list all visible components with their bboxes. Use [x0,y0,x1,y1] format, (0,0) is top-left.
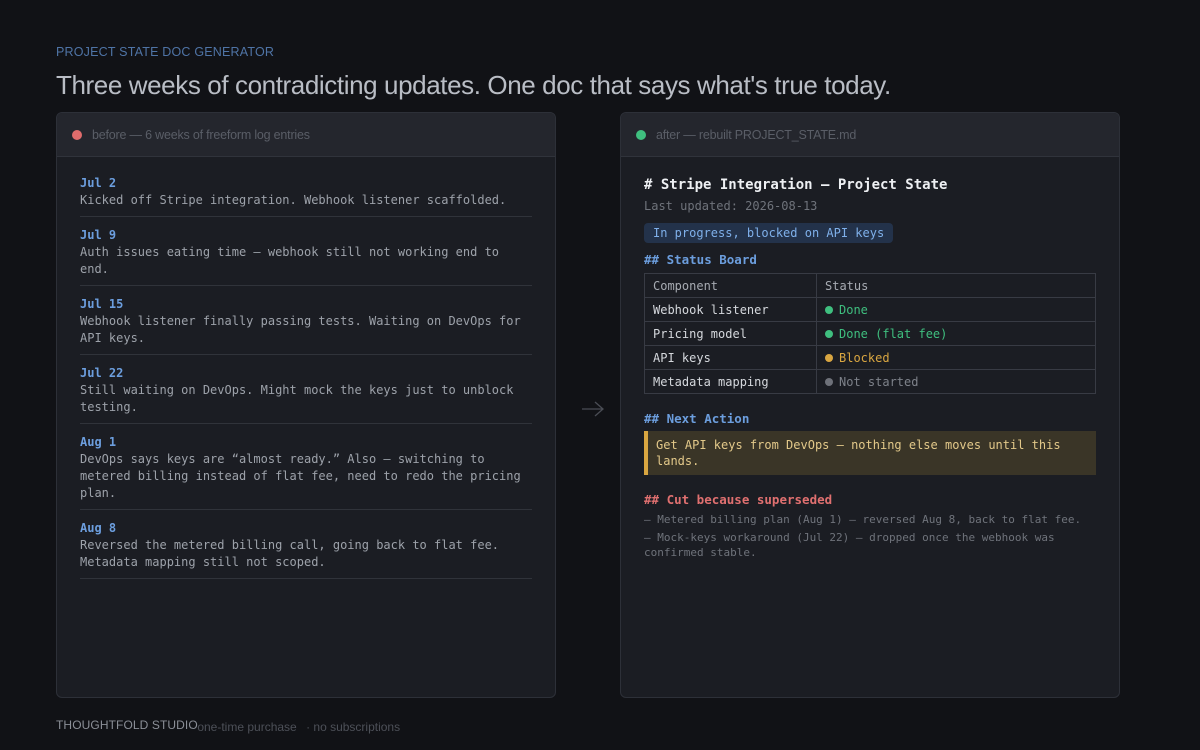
log-entry-text: Kicked off Stripe integration. Webhook l… [80,193,507,207]
log-entry: Aug 1 DevOps says keys are “almost ready… [80,434,532,510]
status-text: Blocked [839,350,890,365]
page-headline: Three weeks of contradicting updates. On… [56,70,891,100]
log-entry-text: Auth issues eating time — webhook still … [80,245,500,276]
doc-title: # Stripe Integration — Project State [644,177,948,193]
log-entry-date: Jul 22 [80,366,124,380]
arrow-right-icon [582,401,604,417]
doc-last-updated: Last updated: 2026-08-13 [644,199,818,213]
status-text: Not started [839,374,919,389]
log-entry-text: Reversed the metered billing call, going… [80,538,500,569]
eyebrow-label: PROJECT STATE DOC GENERATOR [56,45,275,59]
status-cell: Done (flat fee) [816,321,1096,346]
status-dot-icon [825,329,833,338]
status-board-heading: ## Status Board [644,252,757,267]
status-text: Done [839,302,868,317]
log-entry-date: Jul 2 [80,176,117,190]
after-panel-header: after — rebuilt PROJECT_STATE.md [621,113,1119,157]
cut-item: — Metered billing plan (Aug 1) — reverse… [644,513,1082,526]
before-panel-title: before — 6 weeks of freeform log entries [92,127,310,142]
project-state-doc: # Stripe Integration — Project State Las… [644,175,1098,560]
footer-brand: THOUGHTFOLD STUDIO [56,718,198,732]
log-entry-date: Jul 15 [80,297,124,311]
table-row: Pricing model Done (flat fee) [644,321,1096,346]
status-dot-icon [825,377,833,386]
after-panel-title: after — rebuilt PROJECT_STATE.md [656,127,857,142]
log-entry: Jul 22 Still waiting on DevOps. Might mo… [80,365,532,424]
table-row: Metadata mapping Not started [644,369,1096,394]
log-entry-date: Aug 8 [80,521,117,535]
status-cell: Done [816,297,1096,322]
status-badge: In progress, blocked on API keys [644,223,894,243]
log-entry-text: DevOps says keys are “almost ready.” Als… [80,452,521,500]
next-action-callout: Get API keys from DevOps — nothing else … [644,431,1096,475]
log-entry-text: Webhook listener finally passing tests. … [80,314,521,345]
before-panel: before — 6 weeks of freeform log entries… [56,112,556,698]
cut-item: — Mock-keys workaround (Jul 22) — droppe… [644,531,1055,559]
log-entry-date: Aug 1 [80,435,117,449]
next-action-heading: ## Next Action [644,411,750,426]
log-entry-date: Jul 9 [80,228,117,242]
table-row: API keys Blocked [644,345,1096,370]
footer-tag: · one-time purchase [190,720,297,734]
log-entry-text: Still waiting on DevOps. Might mock the … [80,383,514,414]
cut-heading: ## Cut because superseded [644,492,833,507]
before-panel-header: before — 6 weeks of freeform log entries [57,113,555,157]
status-text: Done (flat fee) [839,326,948,341]
column-header-component: Component [644,273,817,298]
component-cell: API keys [644,345,817,370]
log-entry: Jul 2 Kicked off Stripe integration. Web… [80,175,532,217]
status-board-table: Component Status Webhook listener Done P… [644,273,1096,394]
status-cell: Not started [816,369,1096,394]
status-dot-icon [825,305,833,314]
status-dot-icon [825,353,833,362]
log-entry: Aug 8 Reversed the metered billing call,… [80,520,532,579]
table-row: Webhook listener Done [644,297,1096,322]
after-panel: after — rebuilt PROJECT_STATE.md # Strip… [620,112,1120,698]
component-cell: Pricing model [644,321,817,346]
red-dot-icon [72,129,82,140]
log-entry: Jul 15 Webhook listener finally passing … [80,296,532,355]
component-cell: Webhook listener [644,297,817,322]
green-dot-icon [636,129,646,140]
log-entries: Jul 2 Kicked off Stripe integration. Web… [80,175,532,589]
table-header-row: Component Status [644,273,1096,298]
footer-tags: · one-time purchase · no subscriptions [190,720,406,734]
column-header-status: Status [816,273,1096,298]
status-cell: Blocked [816,345,1096,370]
footer-tag: · no subscriptions [306,720,401,734]
component-cell: Metadata mapping [644,369,817,394]
log-entry: Jul 9 Auth issues eating time — webhook … [80,227,532,286]
